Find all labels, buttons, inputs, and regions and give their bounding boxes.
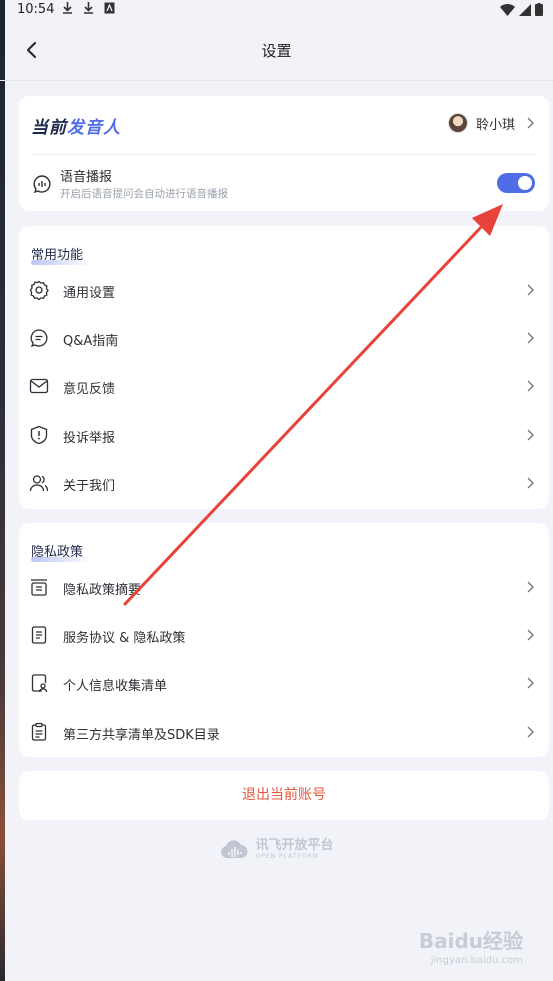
brand-name: 讯飞开放平台 (255, 837, 334, 853)
toggle-knob (518, 176, 532, 190)
section-title-text: 常用功能 (31, 248, 84, 263)
chevron-right-icon (527, 284, 534, 296)
menu-item-label: 服务协议 & 隐私政策 (63, 631, 186, 646)
download-icon (63, 2, 72, 14)
divider (31, 154, 537, 155)
speaker-card: 当前发音人 聆小琪 语音播报 开启后语音提问会自动进行语音播报 (19, 96, 549, 211)
brand-subtitle: OPEN PLATFORM (255, 852, 319, 860)
wifi-icon (500, 3, 515, 16)
common-functions-card: 常用功能 通用设置 Q&A指南 意见反馈 投诉举报 关于我们 (19, 226, 549, 509)
logout-button[interactable]: 退出当前账号 (19, 771, 549, 820)
watermark: Baidu经验 (418, 929, 523, 953)
notification-icons (62, 2, 115, 17)
page-title: 设置 (261, 42, 292, 60)
title-part2: 发音人 (67, 118, 121, 138)
menu-item-feedback[interactable]: 意见反馈 (19, 363, 549, 411)
chevron-right-icon (527, 380, 534, 392)
clipboard-icon (31, 722, 47, 741)
left-edge-strip (0, 0, 5, 981)
mail-icon (29, 378, 49, 394)
menu-item-label: 投诉举报 (63, 431, 116, 446)
chevron-right-icon (527, 429, 534, 441)
menu-item-label: 关于我们 (63, 479, 116, 494)
menu-item-qa-guide[interactable]: Q&A指南 (19, 315, 549, 363)
status-time: 10:54 (17, 2, 55, 17)
menu-item-label: 第三方共享清单及SDK目录 (63, 728, 220, 743)
voice-broadcast-label: 语音播报 (60, 170, 113, 185)
cloud-waveform-icon (221, 840, 248, 858)
users-icon (29, 475, 49, 492)
menu-item-service-agreement[interactable]: 服务协议 & 隐私政策 (19, 612, 549, 660)
battery-icon (535, 3, 543, 16)
menu-item-about-us[interactable]: 关于我们 (19, 460, 549, 508)
chevron-right-icon (527, 726, 534, 738)
section-title-privacy: 隐私政策 (31, 541, 91, 562)
chevron-right-icon (527, 629, 534, 641)
a-icon (104, 2, 115, 14)
brand-logo: 讯飞开放平台 OPEN PLATFORM (0, 838, 553, 860)
menu-item-label: Q&A指南 (63, 334, 119, 349)
status-bar: 10:54 (0, 0, 553, 20)
chevron-right-icon (527, 332, 534, 344)
speaker-selector[interactable]: 聆小琪 (447, 113, 537, 133)
download-icon (83, 2, 93, 14)
section-title-common: 常用功能 (31, 244, 91, 265)
voice-broadcast-desc: 开启后语音提问会自动进行语音播报 (60, 188, 228, 200)
menu-item-privacy-summary[interactable]: 隐私政策摘要 (19, 564, 549, 612)
menu-item-third-party-sdk[interactable]: 第三方共享清单及SDK目录 (19, 709, 549, 757)
menu-item-general-settings[interactable]: 通用设置 (19, 267, 549, 315)
watermark-url: jingyan.baidu.com (430, 955, 523, 966)
voice-bubble-icon (33, 175, 51, 194)
menu-item-label: 通用设置 (63, 286, 116, 301)
chat-bubble-icon (30, 329, 48, 348)
menu-item-personal-info-list[interactable]: 个人信息收集清单 (19, 660, 549, 708)
user-file-icon (31, 674, 48, 693)
menu-item-label: 个人信息收集清单 (63, 679, 168, 694)
archive-icon (31, 579, 47, 596)
brand-text: 讯飞开放平台 OPEN PLATFORM (255, 837, 334, 860)
nav-bar: 设置 (0, 20, 553, 81)
shield-alert-icon (30, 425, 48, 445)
menu-item-label: 意见反馈 (63, 382, 116, 397)
chevron-right-icon (527, 677, 534, 689)
title-part1: 当前 (31, 118, 67, 138)
chevron-right-icon (527, 477, 534, 489)
menu-item-label: 隐私政策摘要 (63, 583, 142, 598)
signal-icon (519, 3, 531, 16)
chevron-right-icon (527, 117, 534, 129)
privacy-card: 隐私政策 隐私政策摘要 服务协议 & 隐私政策 个人信息收集清单 第三方共享清单… (19, 523, 549, 757)
menu-item-complaint[interactable]: 投诉举报 (19, 412, 549, 460)
current-speaker-title: 当前发音人 (31, 113, 121, 138)
speaker-name: 聆小琪 (475, 117, 515, 133)
speaker-avatar (447, 113, 468, 133)
document-icon (31, 626, 47, 644)
chevron-right-icon (527, 581, 534, 593)
gear-icon (29, 280, 49, 300)
section-title-text: 隐私政策 (31, 545, 84, 560)
voice-broadcast-toggle[interactable] (497, 173, 535, 193)
status-right (500, 3, 543, 16)
